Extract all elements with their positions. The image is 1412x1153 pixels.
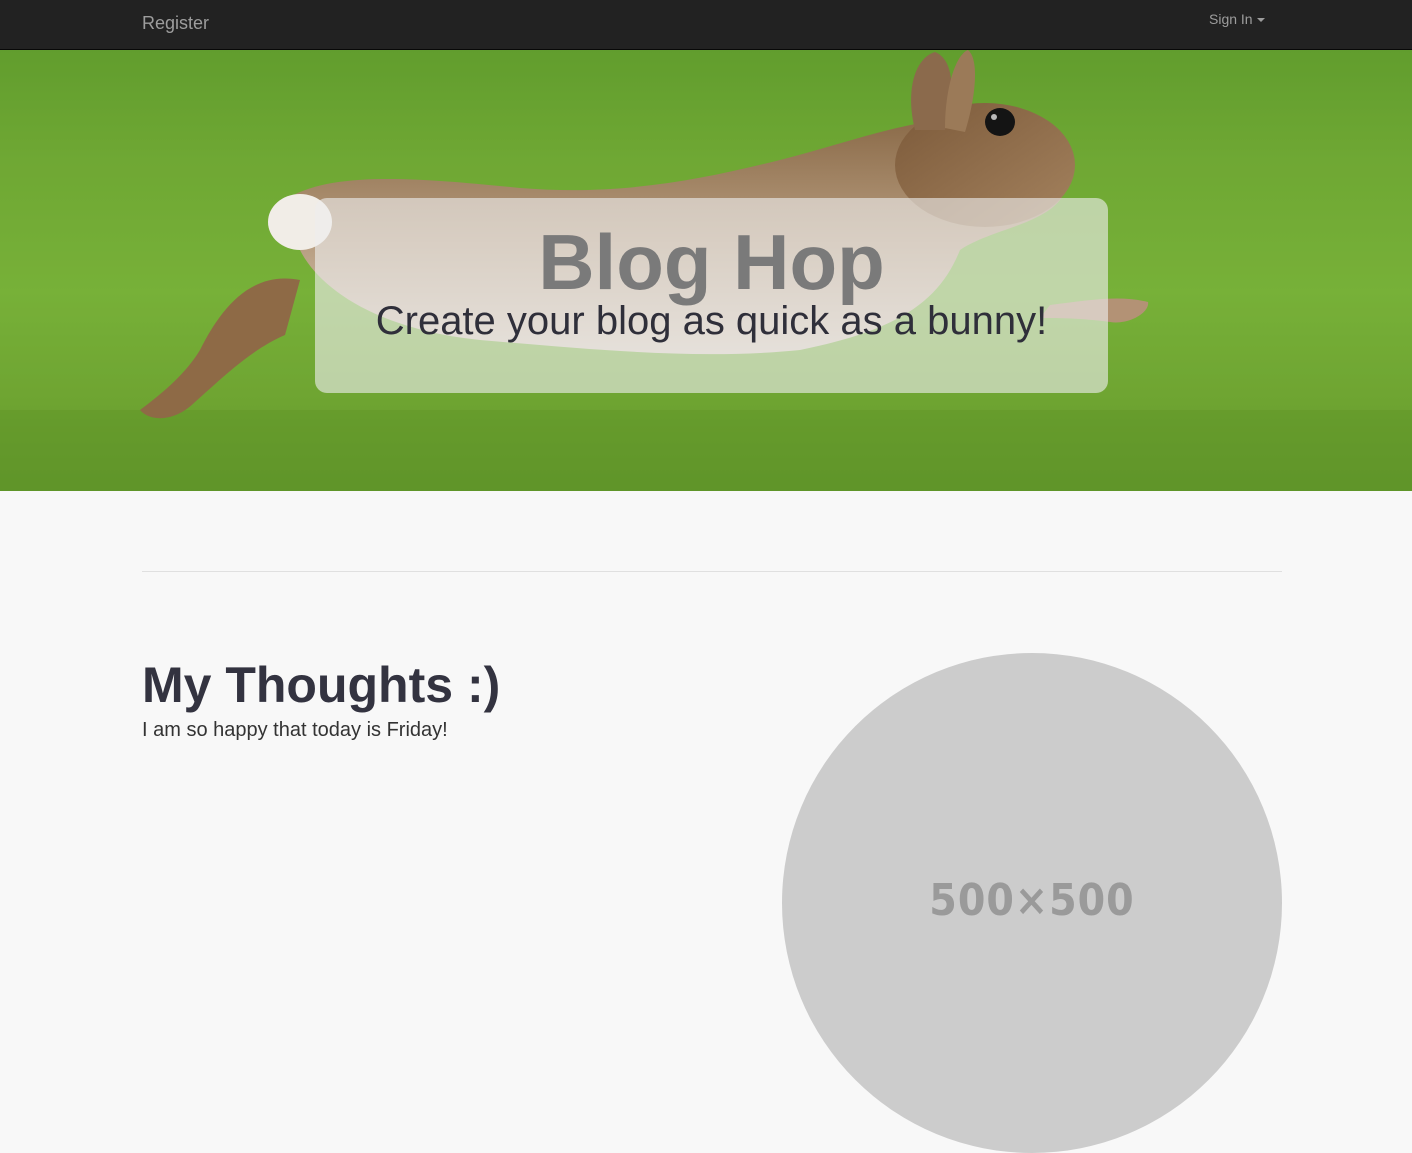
image-placeholder: 500×500: [782, 653, 1282, 1153]
hero-title: Blog Hop: [538, 218, 885, 306]
hero-subtitle: Create your blog as quick as a bunny!: [375, 299, 1048, 343]
register-link[interactable]: Register: [142, 13, 209, 34]
section-divider: [142, 571, 1282, 572]
top-navbar: Register Sign In: [0, 0, 1412, 50]
sign-in-dropdown[interactable]: Sign In: [1209, 11, 1265, 27]
post-body: I am so happy that today is Friday!: [142, 719, 448, 741]
hero-banner: Blog Hop Create your blog as quick as a …: [0, 50, 1412, 491]
caret-down-icon: [1256, 18, 1265, 23]
post-title: My Thoughts :): [142, 657, 501, 713]
placeholder-dimensions-label: 500×500: [929, 875, 1135, 926]
sign-in-label: Sign In: [1209, 11, 1253, 27]
hero-caption-box: Blog Hop Create your blog as quick as a …: [315, 198, 1108, 393]
